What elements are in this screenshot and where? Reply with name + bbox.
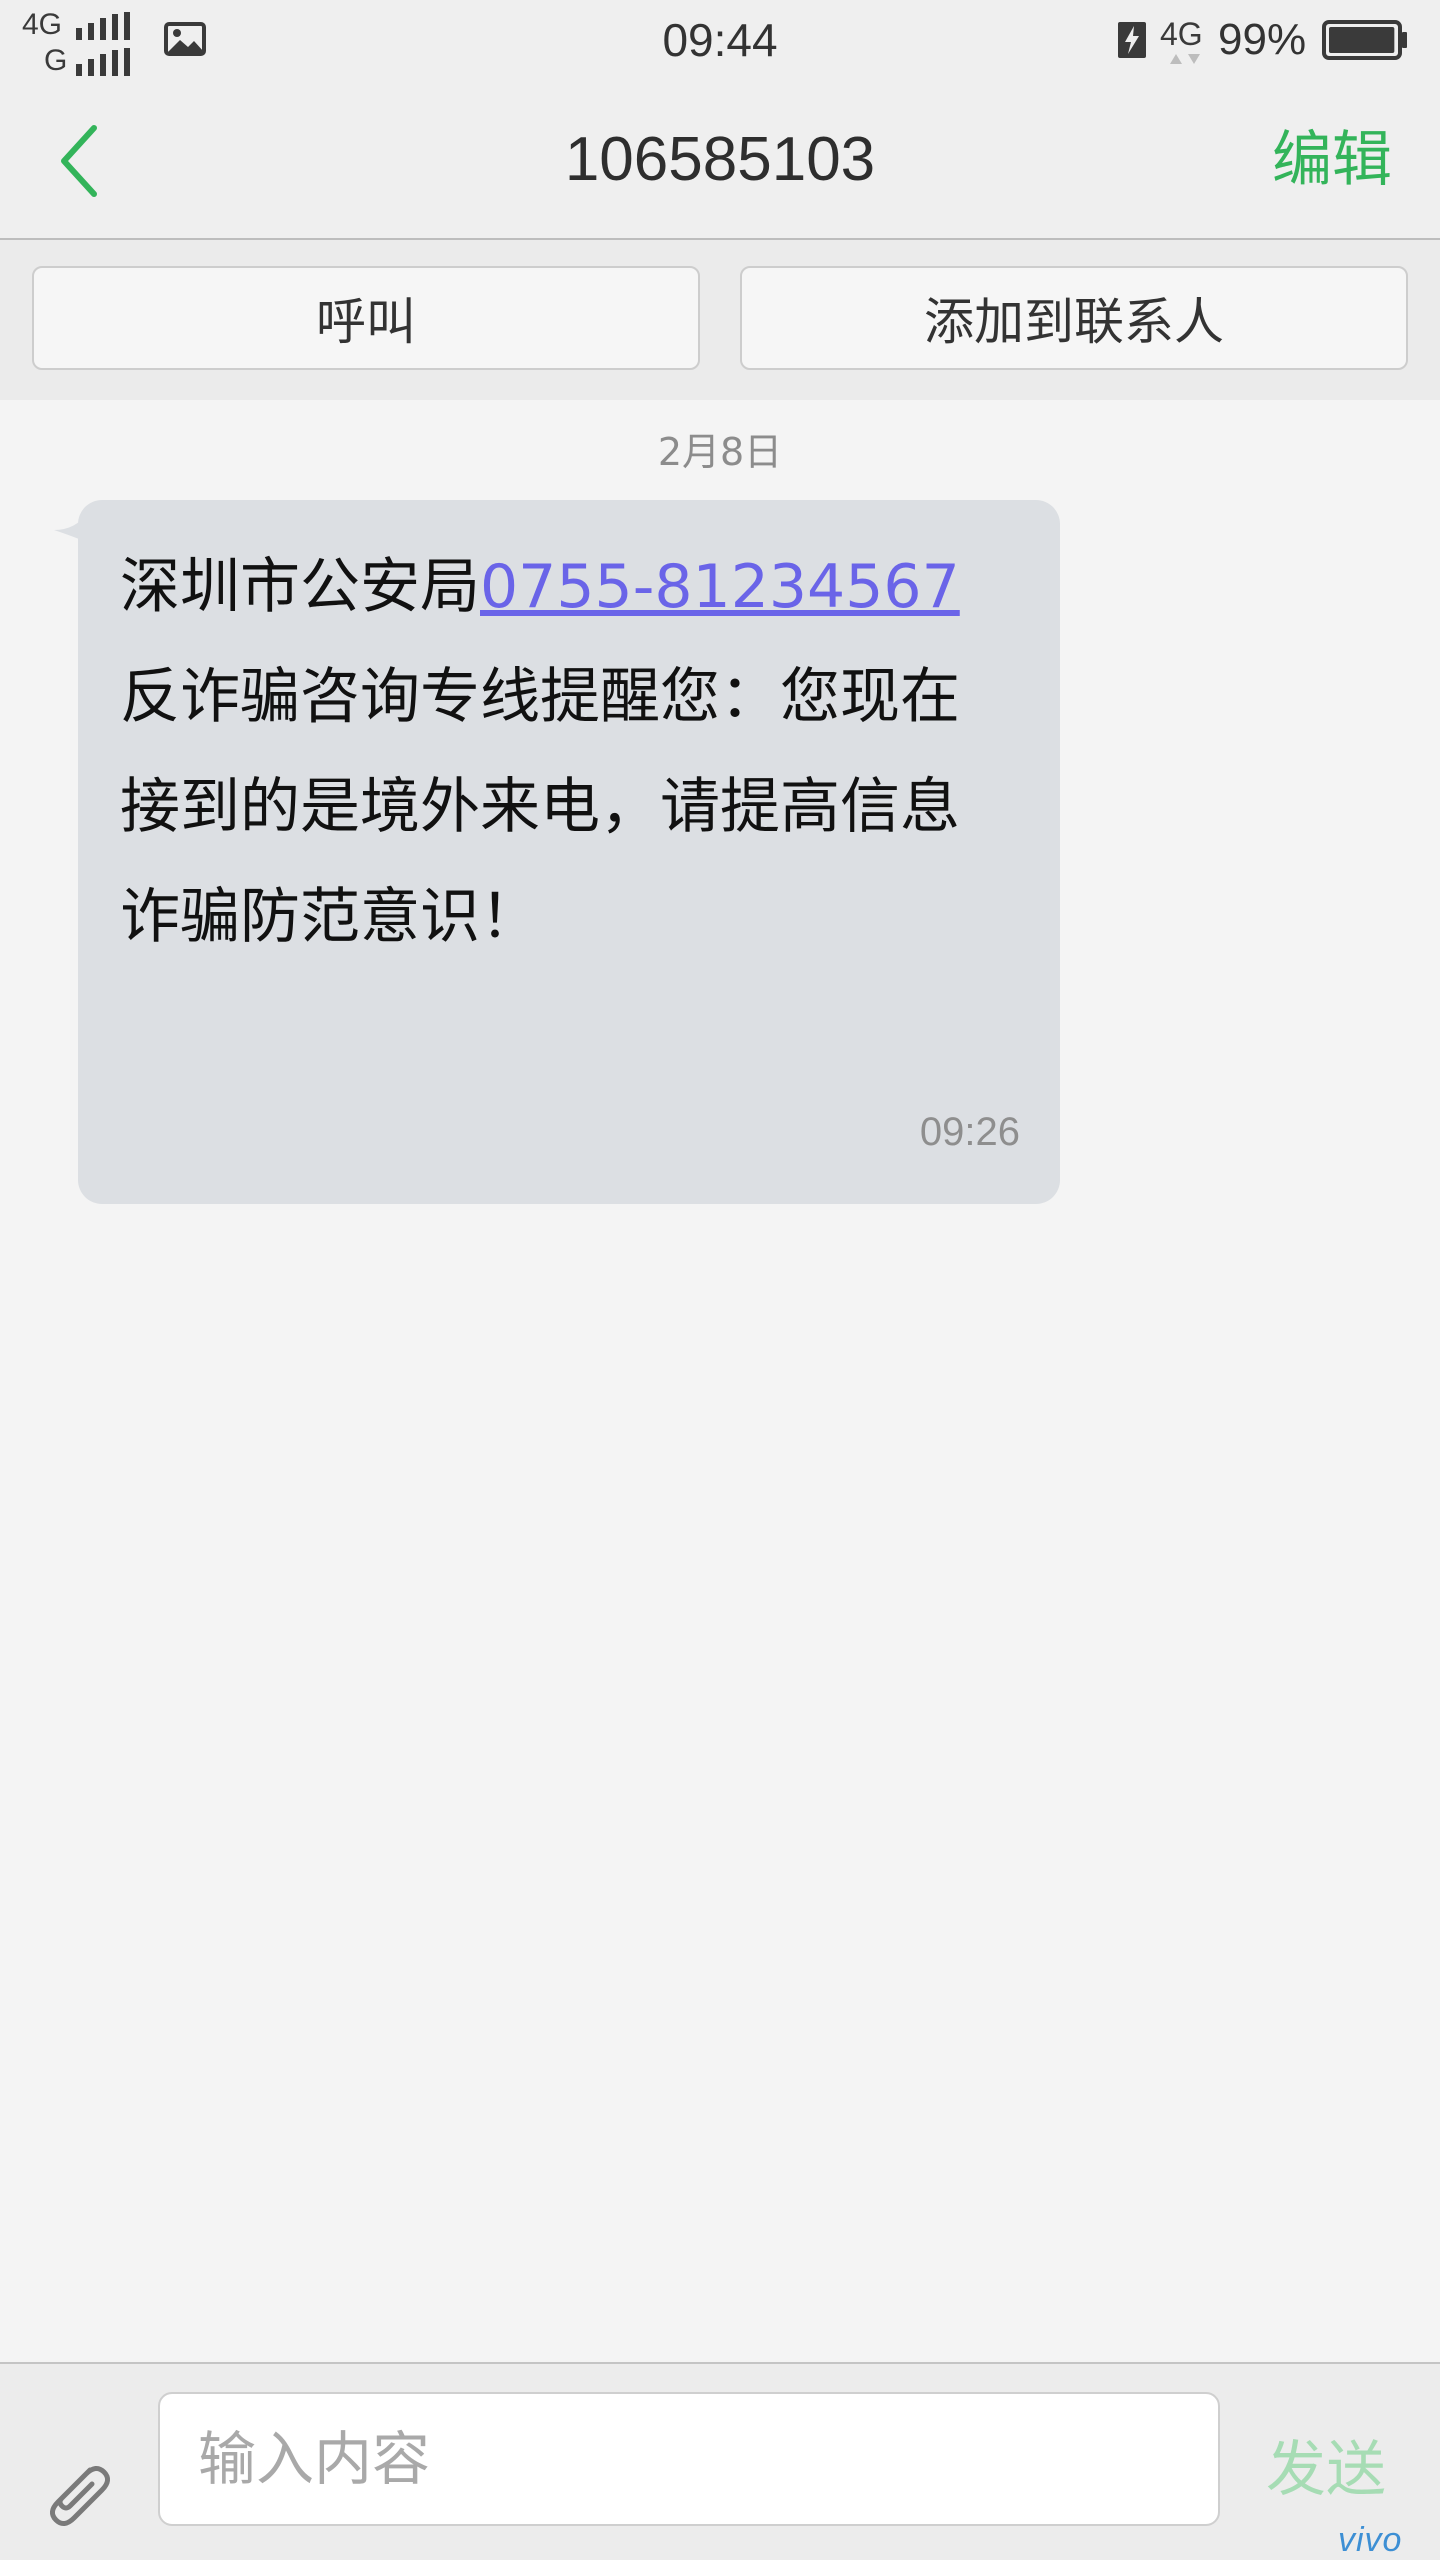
battery-percent: 99% [1218,15,1307,64]
sms-conversation-screen: 4G G 09:44 4G 99% 106585103 编辑 呼叫 添加到联系人… [0,0,1440,2560]
brand-watermark: vivo [1338,2521,1403,2559]
send-button[interactable]: 发送 [1266,2430,1386,2510]
call-button[interactable]: 呼叫 [32,266,700,370]
message-text-part: 反诈骗咨询专线提醒您：您现在接到的是境外来电，请提高信息诈骗防范意识！ [120,662,960,952]
edit-button[interactable]: 编辑 [1272,122,1392,198]
contact-number-title: 106585103 [564,125,876,194]
phone-number-link[interactable]: 0755-81234567 [480,552,960,622]
conversation-header: 106585103 编辑 [0,80,1440,240]
message-timestamp: 09:26 [919,1110,1020,1154]
battery-icon [1322,20,1407,60]
message-text-part: 深圳市公安局 [120,552,480,622]
contact-actions: 呼叫 添加到联系人 [0,240,1440,400]
message-input[interactable] [158,2392,1220,2526]
received-message-bubble[interactable]: 深圳市公安局0755-81234567 反诈骗咨询专线提醒您：您现在接到的是境外来… [78,500,1060,1204]
network-type: 4G [1160,16,1203,52]
date-separator: 2月8日 [657,430,783,474]
message-text: 深圳市公安局0755-81234567 反诈骗咨询专线提醒您：您现在接到的是境外来… [120,532,1018,972]
paperclip-icon[interactable] [34,2444,114,2534]
compose-bar: 发送 vivo [0,2362,1440,2560]
data-activity-icon [1170,54,1200,64]
battery-charging-icon [1118,22,1146,58]
status-bar: 4G G 09:44 4G 99% [0,0,1440,80]
add-to-contacts-button[interactable]: 添加到联系人 [740,266,1408,370]
